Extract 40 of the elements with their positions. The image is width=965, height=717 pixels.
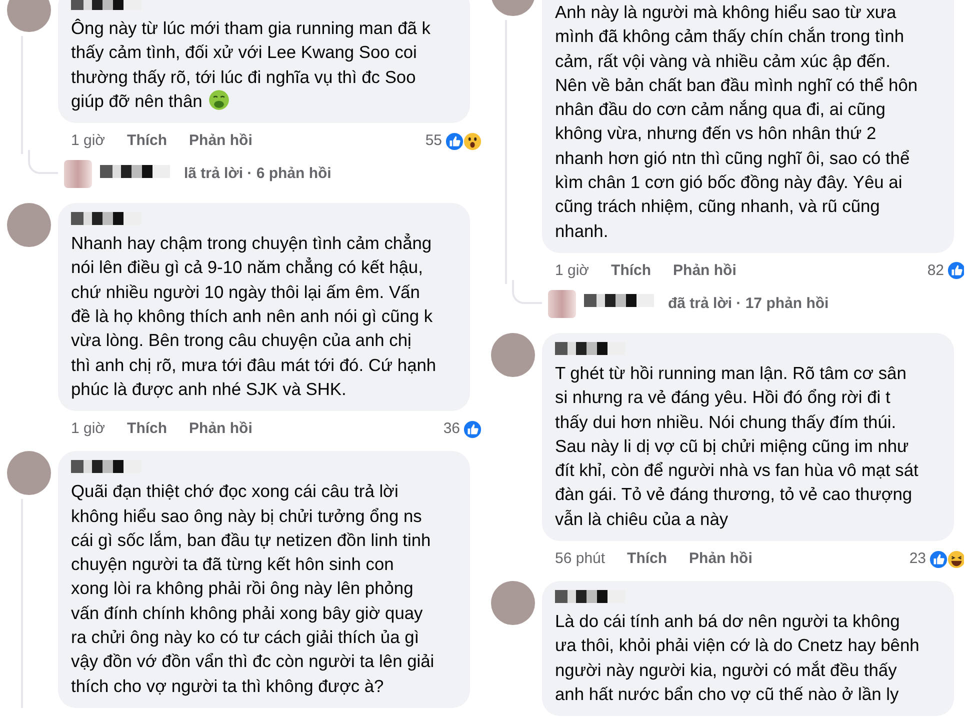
redacted-name — [555, 590, 625, 604]
avatar-placeholder[interactable] — [491, 581, 535, 626]
redacted-name — [71, 212, 141, 226]
like-link[interactable]: Thích — [611, 260, 652, 282]
reaction-count: 55 — [425, 130, 442, 151]
avatar-placeholder[interactable] — [491, 332, 535, 377]
reply-link[interactable]: Phản hồi — [189, 418, 252, 441]
redacted-name — [584, 294, 654, 308]
reaction-count: 82 — [927, 260, 944, 281]
like-link[interactable]: Thích — [127, 130, 168, 152]
timestamp: 1 giờ — [555, 260, 590, 281]
avatar-placeholder[interactable] — [7, 451, 51, 496]
avatar-placeholder[interactable] — [64, 160, 92, 188]
view-replies-link[interactable]: đã trả lời · 17 phản hồi — [668, 292, 829, 316]
view-replies-link[interactable]: lã trả lời · 6 phản hồi — [184, 162, 332, 186]
timestamp: 1 giờ — [71, 130, 106, 151]
thread-line — [512, 280, 542, 304]
avatar-placeholder[interactable] — [7, 0, 51, 32]
avatar-placeholder[interactable] — [548, 290, 576, 318]
avatar-placeholder[interactable] — [7, 203, 51, 248]
reply-link[interactable]: Phản hồi — [673, 260, 736, 282]
comment-text: T ghét từ hồi running man lận. Rõ tâm cơ sân si nhưng ra vẻ đáng yêu. Hồi đó ổng rời đi t thấy dui hơn nhiều. Nói chung thấy đím thúi. Sau này li dị vợ cũ bị chửi miệng cũng im như đít khỉ, còn để người nhà vs fan hùa vô mạt sát đàn gái. Tỏ vẻ đáng thương, tỏ vẻ cao thượng vẫn là chiêu của a này — [555, 362, 920, 531]
comment-text: Là do cái tính anh bá dơ nên người ta không ưa thôi, khỏi phải viện cớ là do Cnetz hay bênh người này người kia, người có mắt đều thấy anh hất nước bẩn cho vợ cũ thế nào ở lần ly — [555, 610, 920, 706]
reaction-count: 36 — [443, 419, 460, 440]
comment-text: Ông này từ lúc mới tham gia running man đã k thấy cảm tình, đối xử với Lee Kwang Soo coi thường thấy rõ, tới lúc đi nghĩa vụ thì đc Soo giúp đỡ nên thân — [71, 17, 432, 113]
thread-line — [28, 150, 58, 174]
reply-link[interactable]: Phản hồi — [689, 548, 752, 570]
reaction-count: 23 — [909, 548, 926, 569]
comment-text: Quãi đạn thiệt chớ đọc xong cái câu trả lời không hiểu sao ông này bị chửi tưởng ổng ns cái gì sốc lắm, ban đầu tự netizen đồn linh tinh chuyện người ta đã từng kết hôn sinh con xong lòi ra không phải rồi ông này lên phỏng vấn đính chính không phải xong bây giờ quay ra chửi ông này ko có tư cách giải thích ủa gì vậy đồn vớ đồn vẩn thì đc còn người ta lên giải thích cho vợ người ta thì không được à? — [71, 480, 436, 698]
timestamp: 1 giờ — [71, 419, 106, 440]
timestamp: 56 phút — [555, 548, 606, 569]
redacted-name — [100, 164, 170, 178]
reply-link[interactable]: Phản hồi — [189, 130, 252, 152]
like-link[interactable]: Thích — [627, 548, 668, 570]
redacted-name — [71, 460, 141, 474]
redacted-name — [71, 0, 141, 10]
like-link[interactable]: Thích — [127, 418, 168, 441]
redacted-name — [555, 342, 625, 355]
comment-text: Anh này là người mà không hiểu sao từ xưa mình đã không cảm thấy chín chắn trong tình cảm, rất vội vàng và nhiều cảm xúc ập đến. Nên về bản chất ban đầu mình nghĩ có thể hôn nhân đầu do cơn cảm nắng qua đi, ai cũng không vừa, nhưng đến vs hôn nhân thứ 2 nhanh hơn gió ntn thì cũng nghĩ ôi, sao có thể kìm chân 1 cơn gió bốc đồng này đây. Yêu ai cũng trách nhiệm, cũng nhanh, và rũ cũng nhanh. — [555, 1, 919, 243]
comment-text: Nhanh hay chậm trong chuyện tình cảm chẳng nói lên điều gì cả 9-10 năm chẳng có kết hậu, chứ nhiều người 10 ngày thôi lại ấm êm. Vấn đề là họ không thích anh nên anh nói gì cũng k vừa lòng. Bên trong câu chuyện của anh chị thì anh chị rõ, mưa tới đâu mát tới đó. Cứ hạnh phúc là được anh nhé SJK và SHK. — [71, 232, 438, 401]
